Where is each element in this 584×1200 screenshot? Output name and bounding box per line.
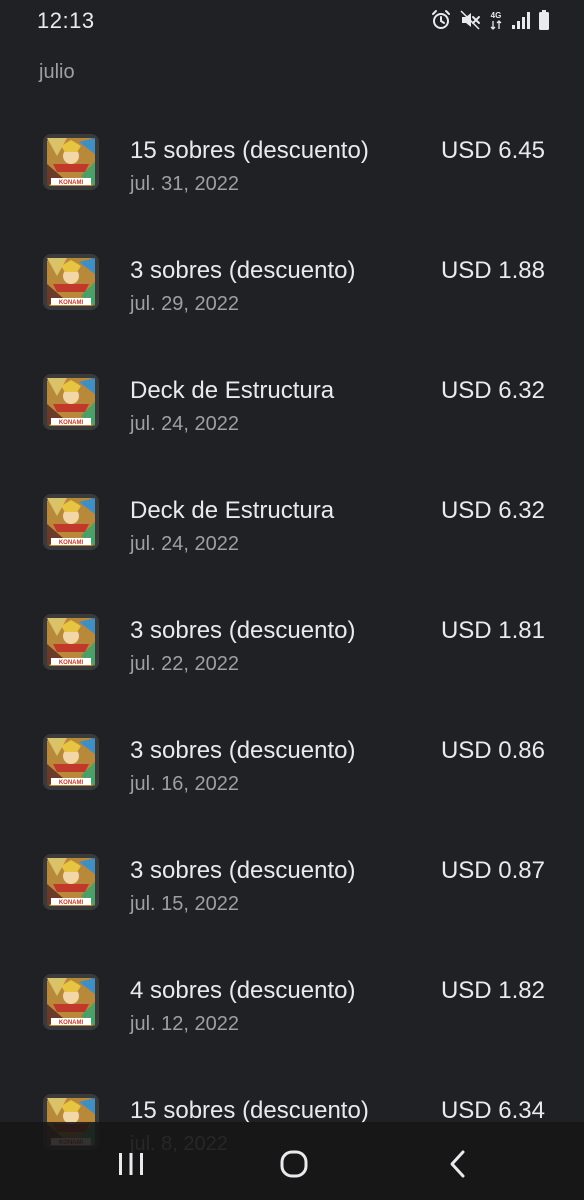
purchase-list-item[interactable]: KONAMI 3 sobres (descuento) jul. 22, 202… — [0, 584, 584, 704]
app-icon: KONAMI — [43, 614, 99, 670]
app-logo-text: KONAMI — [59, 180, 84, 186]
purchase-list-item[interactable]: KONAMI 4 sobres (descuento) jul. 12, 202… — [0, 944, 584, 1064]
item-title: Deck de Estructura — [130, 377, 335, 404]
item-date: jul. 22, 2022 — [130, 653, 239, 675]
app-icon: KONAMI — [43, 734, 99, 790]
app-logo-text: KONAMI — [59, 540, 84, 546]
item-price: USD 6.32 — [440, 497, 545, 524]
network-4g-label: 4G — [491, 11, 502, 20]
item-title: Deck de Estructura — [130, 497, 335, 524]
item-date: jul. 31, 2022 — [130, 173, 239, 195]
home-icon[interactable] — [272, 1142, 316, 1186]
item-title: 3 sobres (descuento) — [130, 617, 356, 644]
app-icon: KONAMI — [43, 494, 99, 550]
item-title: 15 sobres (descuento) — [130, 137, 369, 164]
item-price: USD 6.34 — [440, 1097, 545, 1124]
app-icon: KONAMI — [43, 254, 99, 310]
app-logo-text: KONAMI — [59, 1020, 84, 1026]
mute-icon — [459, 9, 481, 31]
item-price: USD 0.86 — [440, 737, 545, 764]
purchase-list-item[interactable]: KONAMI 15 sobres (descuento) jul. 31, 20… — [0, 104, 584, 224]
purchase-list-item[interactable]: KONAMI 3 sobres (descuento) jul. 16, 202… — [0, 704, 584, 824]
item-title: 3 sobres (descuento) — [130, 257, 356, 284]
app-icon: KONAMI — [43, 854, 99, 910]
app-logo-text: KONAMI — [59, 780, 84, 786]
purchase-list-item[interactable]: KONAMI 3 sobres (descuento) jul. 15, 202… — [0, 824, 584, 944]
item-title: 15 sobres (descuento) — [130, 1097, 369, 1124]
purchase-list-item[interactable]: KONAMI Deck de Estructura jul. 24, 2022 … — [0, 344, 584, 464]
network-4g-icon: 4G — [488, 9, 504, 31]
item-date: jul. 29, 2022 — [130, 293, 239, 315]
purchase-list-item[interactable]: KONAMI Deck de Estructura jul. 24, 2022 … — [0, 464, 584, 584]
back-icon[interactable] — [436, 1142, 480, 1186]
app-logo-text: KONAMI — [59, 420, 84, 426]
item-price: USD 0.87 — [440, 857, 545, 884]
purchase-list-item[interactable]: KONAMI 3 sobres (descuento) jul. 29, 202… — [0, 224, 584, 344]
item-price: USD 6.32 — [440, 377, 545, 404]
app-logo-text: KONAMI — [59, 660, 84, 666]
status-icons: 4G — [430, 9, 550, 31]
app-icon: KONAMI — [43, 974, 99, 1030]
item-date: jul. 16, 2022 — [130, 773, 239, 795]
status-bar: 12:13 4G — [0, 0, 584, 44]
item-title: 4 sobres (descuento) — [130, 977, 356, 1004]
item-date: jul. 15, 2022 — [130, 893, 239, 915]
purchase-list: KONAMI 15 sobres (descuento) jul. 31, 20… — [0, 104, 584, 1184]
app-icon: KONAMI — [43, 134, 99, 190]
item-date: jul. 24, 2022 — [130, 533, 239, 555]
item-title: 3 sobres (descuento) — [130, 737, 356, 764]
app-icon: KONAMI — [43, 374, 99, 430]
app-logo-text: KONAMI — [59, 300, 84, 306]
item-price: USD 1.82 — [440, 977, 545, 1004]
item-price: USD 6.45 — [440, 137, 545, 164]
item-date: jul. 12, 2022 — [130, 1013, 239, 1035]
item-price: USD 1.81 — [440, 617, 545, 644]
section-month-label: julio — [39, 61, 75, 83]
status-time: 12:13 — [37, 8, 95, 33]
navigation-bar — [0, 1122, 584, 1200]
app-logo-text: KONAMI — [59, 900, 84, 906]
signal-icon — [511, 10, 531, 30]
item-title: 3 sobres (descuento) — [130, 857, 356, 884]
alarm-icon — [430, 9, 452, 31]
item-date: jul. 24, 2022 — [130, 413, 239, 435]
recents-icon[interactable] — [109, 1142, 153, 1186]
battery-icon — [538, 9, 550, 31]
item-price: USD 1.88 — [440, 257, 545, 284]
